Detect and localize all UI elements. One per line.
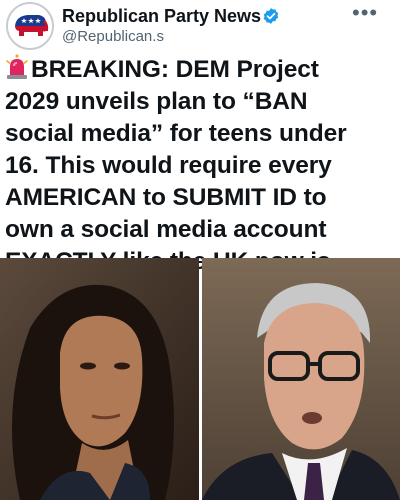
post-text-segment: BREAKING: DEM Project <box>31 56 319 83</box>
police-siren-icon <box>6 54 28 79</box>
post-text-line: BREAKING: DEM Project <box>5 54 397 86</box>
post-text: BREAKING: DEM Project 2029 unveils plan … <box>5 54 397 278</box>
verified-badge-icon <box>263 8 279 24</box>
media-grid <box>0 258 400 500</box>
gop-elephant-icon <box>8 4 52 48</box>
post-text-line: social media” for teens under <box>5 120 347 147</box>
avatar[interactable] <box>6 2 54 50</box>
man-with-glasses-portrait-photo[interactable] <box>202 258 400 500</box>
woman-portrait-photo[interactable] <box>0 258 199 500</box>
post-text-line: 2029 unveils plan to “BAN <box>5 88 308 115</box>
post-card: Republican Party News @Republican.s ••• … <box>0 0 400 500</box>
display-name[interactable]: Republican Party News <box>62 5 261 27</box>
post-text-line: own a social media account <box>5 216 327 243</box>
post-header: Republican Party News @Republican.s ••• <box>0 0 400 50</box>
account-handle[interactable]: @Republican.s <box>62 28 164 46</box>
post-text-line: 16. This would require every <box>5 152 332 179</box>
post-text-line: AMERICAN to SUBMIT ID to <box>5 184 327 211</box>
more-options-button[interactable]: ••• <box>352 2 386 24</box>
